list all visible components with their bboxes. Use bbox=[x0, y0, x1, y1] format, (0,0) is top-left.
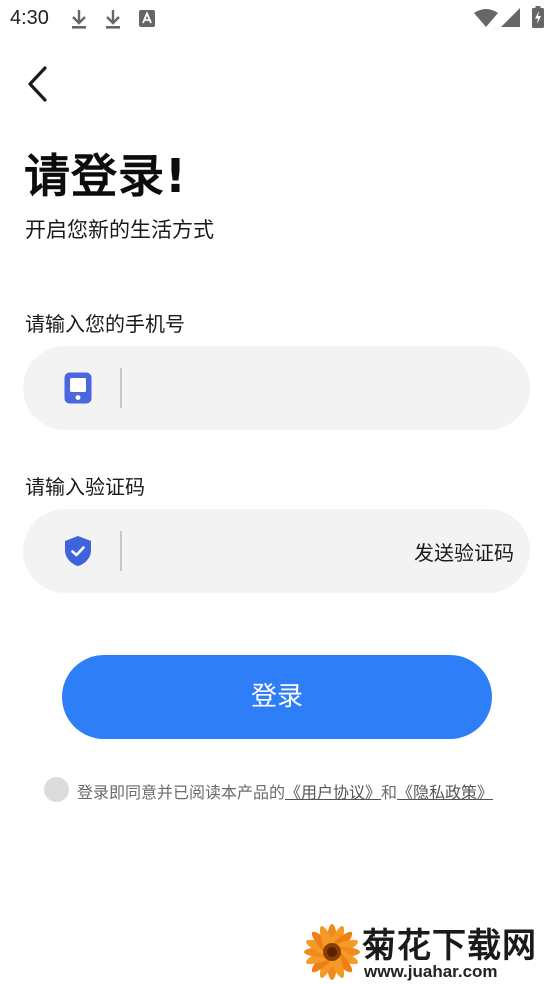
page-subtitle: 开启您新的生活方式 bbox=[25, 218, 214, 242]
agreement-text: 登录即同意并已阅读本产品的 bbox=[77, 783, 286, 802]
flower-logo-icon bbox=[304, 924, 360, 980]
phone-input[interactable] bbox=[133, 360, 407, 418]
code-label: 请输入验证码 bbox=[25, 475, 145, 499]
chevron-left-icon bbox=[28, 66, 47, 102]
battery-charging-icon bbox=[532, 6, 544, 28]
phone-field[interactable] bbox=[23, 346, 530, 430]
shield-check-icon bbox=[65, 536, 91, 566]
watermark: 菊花下载网 www.juahar.com bbox=[300, 916, 554, 984]
code-input[interactable] bbox=[133, 523, 407, 581]
code-field[interactable]: 发送验证码 bbox=[23, 509, 530, 593]
field-divider bbox=[120, 531, 122, 571]
download-icon bbox=[72, 10, 86, 29]
status-time: 4:30 bbox=[10, 7, 49, 29]
agreement-checkbox[interactable] bbox=[44, 777, 69, 802]
back-button[interactable] bbox=[24, 62, 60, 106]
download-icon bbox=[106, 10, 120, 29]
login-button[interactable]: 登录 bbox=[62, 655, 492, 739]
send-code-button[interactable]: 发送验证码 bbox=[414, 537, 514, 566]
privacy-policy-link[interactable]: 《隐私政策》 bbox=[397, 783, 493, 802]
status-bar: 4:30 bbox=[0, 0, 554, 38]
page-title: 请登录! bbox=[24, 149, 187, 203]
wifi-icon bbox=[474, 9, 498, 27]
user-agreement-link[interactable]: 《用户协议》 bbox=[285, 783, 381, 802]
agreement-and: 和 bbox=[381, 783, 398, 802]
phone-icon bbox=[64, 372, 92, 404]
signal-icon bbox=[501, 8, 520, 27]
field-divider bbox=[120, 368, 122, 408]
watermark-title: 菊花下载网 bbox=[362, 926, 537, 966]
a-text-icon bbox=[139, 10, 155, 27]
phone-label: 请输入您的手机号 bbox=[25, 312, 185, 336]
watermark-url: www.juahar.com bbox=[364, 962, 498, 981]
agreement-text-group: 登录即同意并已阅读本产品的《用户协议》和《隐私政策》 bbox=[77, 779, 493, 803]
